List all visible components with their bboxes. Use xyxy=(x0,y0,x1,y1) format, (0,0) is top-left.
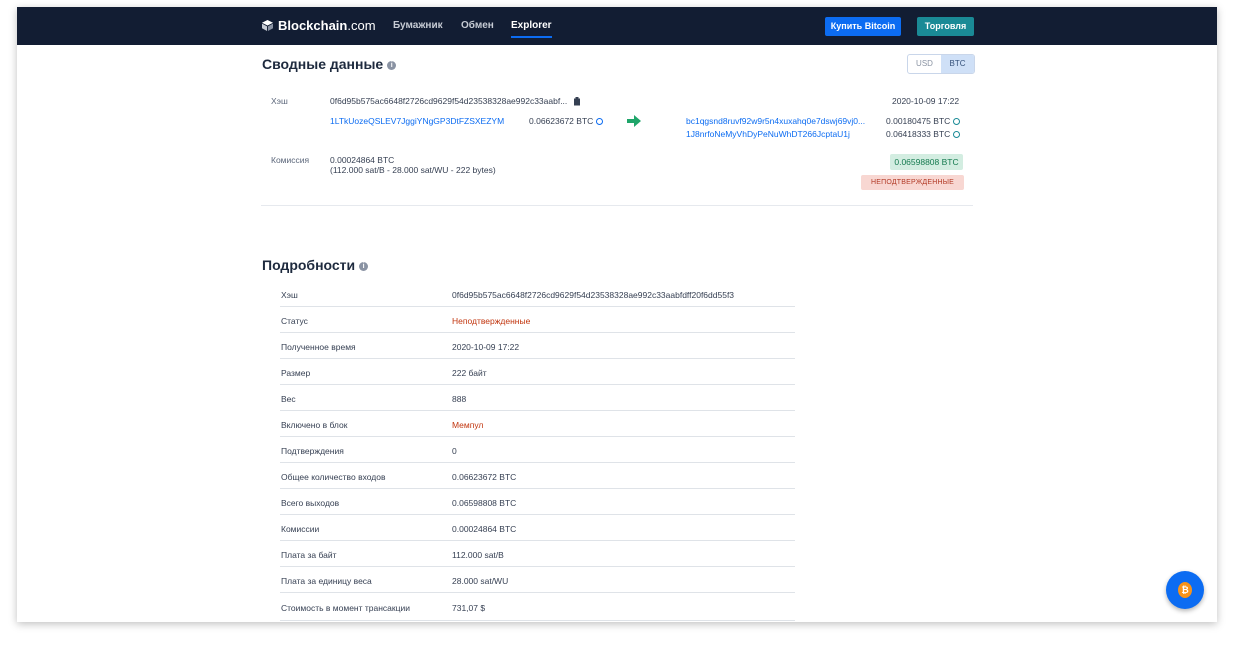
support-chat-button[interactable]: ₿ xyxy=(1166,571,1204,609)
output-address-link-2[interactable]: 1J8nrfoNeMyVhDyPeNuWhDT266JcptaU1j xyxy=(686,129,850,139)
fee-value: 0.00024864 BTC xyxy=(330,155,395,165)
cube-logo-icon xyxy=(262,20,273,31)
row-value: 0.00024864 BTC xyxy=(452,524,517,534)
table-row: Вес 888 xyxy=(280,385,795,411)
summary-hash-value: 0f6d95b575ac6648f2726cd9629f54d23538328a… xyxy=(330,96,581,106)
row-value: 0.06598808 BTC xyxy=(452,498,517,508)
row-key: Включено в блок xyxy=(281,420,348,430)
copy-icon[interactable] xyxy=(573,97,581,106)
status-badge: НЕПОДТВЕРЖДЕННЫЕ xyxy=(861,175,964,190)
top-navbar: Blockchain .com Бумажник Обмен Explorer К… xyxy=(17,7,1217,45)
output-amount-1: 0.00180475 BTC xyxy=(886,116,961,126)
bitcoin-coin-icon: ₿ xyxy=(1178,582,1192,598)
info-icon[interactable]: i xyxy=(387,60,397,70)
row-key: Комиссии xyxy=(281,524,320,534)
table-row: Полученное время 2020-10-09 17:22 xyxy=(280,333,795,359)
row-key: Статус xyxy=(281,316,308,326)
logo-suffix: .com xyxy=(347,18,376,33)
nav-link-exchange[interactable]: Обмен xyxy=(461,20,494,31)
row-value: 222 байт xyxy=(452,368,487,378)
trade-button[interactable]: Торговля xyxy=(917,17,974,36)
table-row: Плата за единицу веса 28.000 sat/WU xyxy=(280,567,795,593)
buy-bitcoin-button[interactable]: Купить Bitcoin xyxy=(825,17,901,36)
row-value: 731,07 $ xyxy=(452,603,486,613)
row-value: 28.000 sat/WU xyxy=(452,576,509,586)
divider xyxy=(261,205,973,206)
output-amount-2: 0.06418333 BTC xyxy=(886,129,961,139)
fee-detail: (112.000 sat/B - 28.000 sat/WU - 222 byt… xyxy=(330,165,496,175)
table-row: Включено в блок Мемпул xyxy=(280,411,795,437)
globe-icon[interactable] xyxy=(953,118,961,126)
output-amount-1-value: 0.00180475 BTC xyxy=(886,116,951,126)
summary-heading: Сводные данные i xyxy=(262,56,397,72)
row-key: Общее количество входов xyxy=(281,472,386,482)
table-row: Стоимость в момент трансакции 731,07 $ xyxy=(280,593,795,621)
summary-hash-label: Хэш xyxy=(271,96,288,106)
table-row: Общее количество входов 0.06623672 BTC xyxy=(280,463,795,489)
row-key: Хэш xyxy=(281,290,298,300)
info-icon[interactable]: i xyxy=(359,261,369,271)
transaction-timestamp: 2020-10-09 17:22 xyxy=(892,96,960,106)
output-amount-2-value: 0.06418333 BTC xyxy=(886,129,951,139)
row-value[interactable]: 0f6d95b575ac6648f2726cd9629f54d23538328a… xyxy=(452,290,734,300)
details-heading: Подробности i xyxy=(262,257,369,273)
row-key: Плата за единицу веса xyxy=(281,576,372,586)
summary-title: Сводные данные xyxy=(262,56,384,72)
table-row: Всего выходов 0.06598808 BTC xyxy=(280,489,795,515)
row-value: 888 xyxy=(452,394,467,404)
output-address-link-1[interactable]: bc1qgsnd8ruvf92w9r5n4xuxahq0e7dswj69vj0.… xyxy=(686,116,865,126)
browser-viewport: Blockchain .com Бумажник Обмен Explorer К… xyxy=(17,7,1217,622)
arrow-right-icon xyxy=(627,115,641,127)
row-value: Неподтвержденные xyxy=(452,316,531,326)
table-row: Статус Неподтвержденные xyxy=(280,307,795,333)
row-key: Плата за байт xyxy=(281,550,337,560)
currency-usd-option[interactable]: USD xyxy=(908,55,941,73)
globe-icon[interactable] xyxy=(596,118,604,126)
nav-link-wallet[interactable]: Бумажник xyxy=(393,20,443,31)
details-title: Подробности xyxy=(262,257,356,273)
row-key: Вес xyxy=(281,394,296,404)
hash-text[interactable]: 0f6d95b575ac6648f2726cd9629f54d23538328a… xyxy=(330,96,567,106)
row-key: Полученное время xyxy=(281,342,356,352)
table-row: Плата за байт 112.000 sat/B xyxy=(280,541,795,567)
row-value: 0.06623672 BTC xyxy=(452,472,517,482)
row-key: Всего выходов xyxy=(281,498,340,508)
table-row: Размер 222 байт xyxy=(280,359,795,385)
row-value: 112.000 sat/B xyxy=(452,550,504,560)
logo-text: Blockchain xyxy=(278,18,348,33)
blockchain-logo[interactable]: Blockchain .com xyxy=(262,18,376,33)
currency-toggle: USD BTC xyxy=(907,54,975,74)
currency-btc-option[interactable]: BTC xyxy=(941,55,974,73)
input-amount-value: 0.06623672 BTC xyxy=(529,116,594,126)
details-table: Хэш 0f6d95b575ac6648f2726cd9629f54d235383… xyxy=(280,281,795,621)
table-row: Хэш 0f6d95b575ac6648f2726cd9629f54d235383… xyxy=(280,281,795,307)
row-key: Подтверждения xyxy=(281,446,344,456)
input-address-link[interactable]: 1LTkUozeQSLEV7JggiYNgGP3DtFZSXEZYM xyxy=(330,116,504,126)
table-row: Комиссии 0.00024864 BTC xyxy=(280,515,795,541)
globe-icon[interactable] xyxy=(953,131,961,139)
row-value: 0 xyxy=(452,446,457,456)
row-key: Размер xyxy=(281,368,311,378)
input-amount: 0.06623672 BTC xyxy=(529,116,604,126)
table-row: Подтверждения 0 xyxy=(280,437,795,463)
total-amount-badge: 0.06598808 BTC xyxy=(890,154,963,170)
row-value: 2020-10-09 17:22 xyxy=(452,342,520,352)
row-key: Стоимость в момент трансакции xyxy=(281,603,410,613)
fee-label: Комиссия xyxy=(271,155,310,165)
nav-link-explorer[interactable]: Explorer xyxy=(511,20,552,38)
row-value: Мемпул xyxy=(452,420,484,430)
